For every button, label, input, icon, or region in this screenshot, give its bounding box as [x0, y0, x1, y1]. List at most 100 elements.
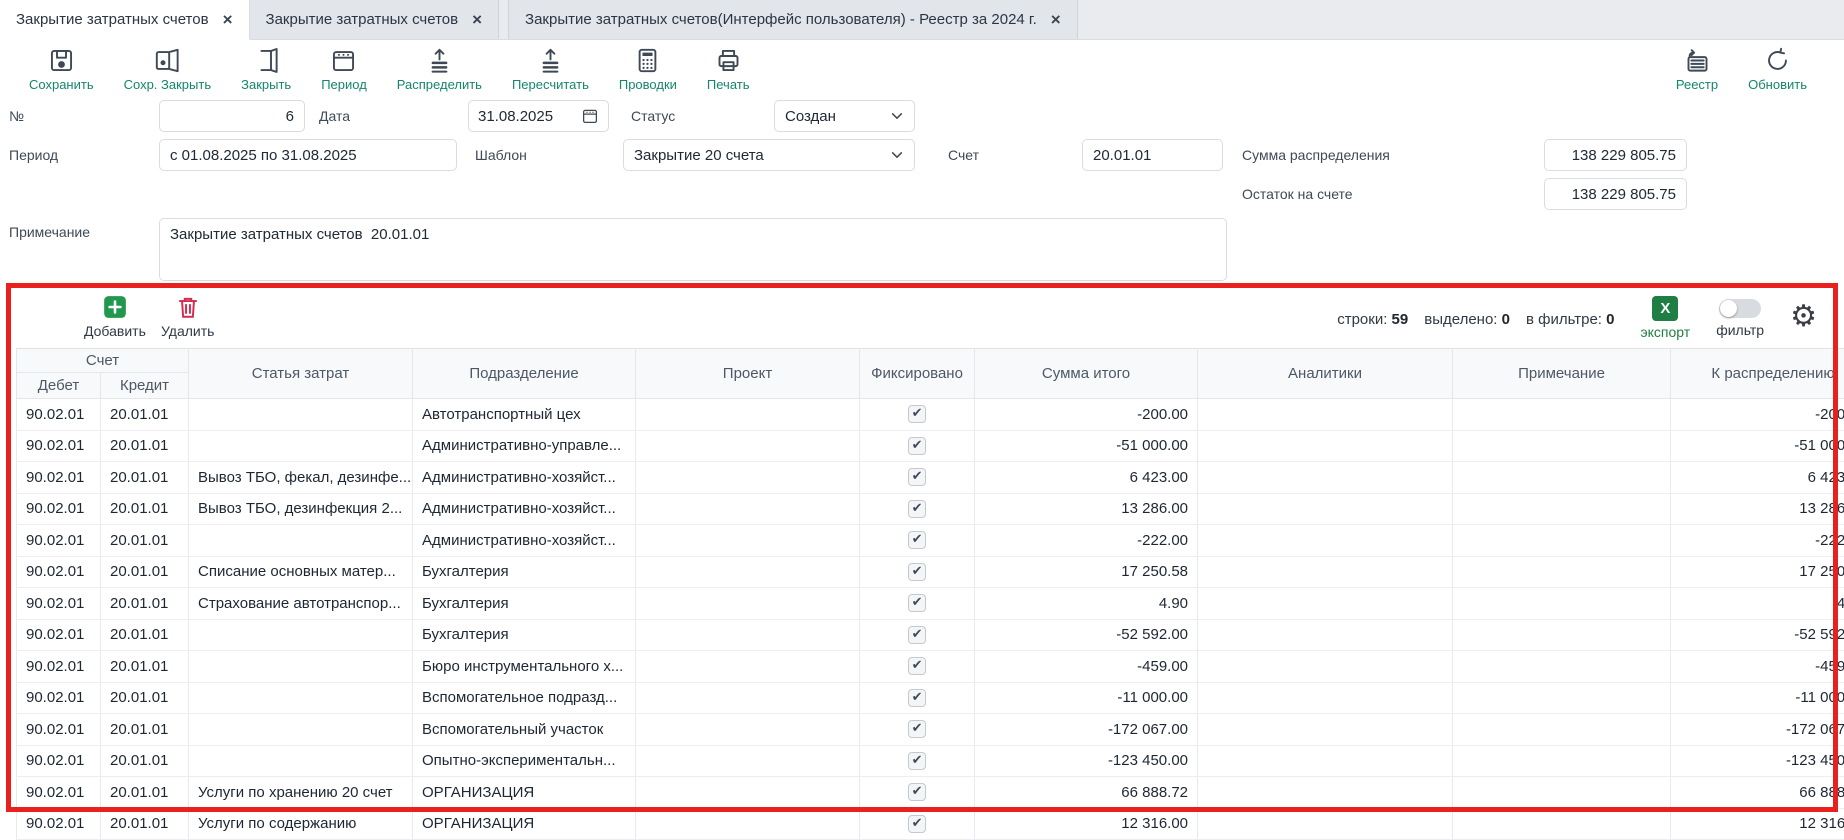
template-select[interactable]: Закрытие 20 счета: [623, 139, 915, 171]
cell-debit[interactable]: 90.02.01: [17, 777, 101, 809]
cell-total[interactable]: -11 000.00: [975, 682, 1198, 714]
cell-note[interactable]: [1453, 462, 1671, 494]
fixed-checkbox[interactable]: ✔: [908, 500, 926, 518]
cell-to-distribute[interactable]: -222.00: [1671, 525, 1844, 557]
cell-note[interactable]: [1453, 714, 1671, 746]
cell-note[interactable]: [1453, 777, 1671, 809]
cell-to-distribute[interactable]: -172 067.00: [1671, 714, 1844, 746]
add-row-button[interactable]: Добавить: [84, 294, 146, 339]
cell-debit[interactable]: 90.02.01: [17, 588, 101, 620]
cell-analytics[interactable]: [1198, 525, 1453, 557]
cell-total[interactable]: 6 423.00: [975, 462, 1198, 494]
cell-department[interactable]: Бухгалтерия: [413, 588, 636, 620]
cell-project[interactable]: [636, 556, 860, 588]
header-analytics[interactable]: Аналитики: [1198, 349, 1453, 399]
cell-debit[interactable]: 90.02.01: [17, 714, 101, 746]
cell-department[interactable]: Автотранспортный цех: [413, 399, 636, 431]
cell-note[interactable]: [1453, 745, 1671, 777]
period-button[interactable]: Период: [306, 40, 382, 92]
date-input[interactable]: 31.08.2025: [468, 100, 609, 132]
fixed-checkbox[interactable]: ✔: [908, 657, 926, 675]
cell-to-distribute[interactable]: -51 000.00: [1671, 430, 1844, 462]
cell-department[interactable]: Административно-управле...: [413, 430, 636, 462]
cell-debit[interactable]: 90.02.01: [17, 619, 101, 651]
table-row[interactable]: 90.02.0120.01.01Списание основных матер.…: [17, 556, 1844, 588]
cell-fixed[interactable]: ✔: [860, 493, 975, 525]
cell-credit[interactable]: 20.01.01: [101, 525, 189, 557]
cell-project[interactable]: [636, 619, 860, 651]
tab-close-icon[interactable]: ×: [1051, 11, 1061, 28]
account-input[interactable]: [1082, 139, 1223, 171]
cell-fixed[interactable]: ✔: [860, 399, 975, 431]
table-row[interactable]: 90.02.0120.01.01Страхование автотранспор…: [17, 588, 1844, 620]
cell-credit[interactable]: 20.01.01: [101, 745, 189, 777]
note-textarea[interactable]: Закрытие затратных счетов 20.01.01: [159, 218, 1227, 281]
cell-department[interactable]: Бюро инструментального х...: [413, 651, 636, 683]
cell-cost-item[interactable]: Вывоз ТБО, фекал, дезинфе...: [189, 462, 413, 494]
cell-cost-item[interactable]: [189, 619, 413, 651]
cell-to-distribute[interactable]: 6 423.00: [1671, 462, 1844, 494]
cell-analytics[interactable]: [1198, 399, 1453, 431]
cell-total[interactable]: -200.00: [975, 399, 1198, 431]
cell-cost-item[interactable]: [189, 745, 413, 777]
cell-credit[interactable]: 20.01.01: [101, 588, 189, 620]
cell-project[interactable]: [636, 430, 860, 462]
cell-cost-item[interactable]: [189, 399, 413, 431]
tab-close-icon[interactable]: ×: [223, 11, 233, 28]
gear-icon[interactable]: ⚙: [1790, 302, 1817, 332]
cell-note[interactable]: [1453, 556, 1671, 588]
header-fixed[interactable]: Фиксировано: [860, 349, 975, 399]
cell-credit[interactable]: 20.01.01: [101, 493, 189, 525]
header-credit[interactable]: Кредит: [101, 373, 189, 399]
cell-total[interactable]: 17 250.58: [975, 556, 1198, 588]
toggle-off-icon[interactable]: [1719, 299, 1761, 318]
header-debit[interactable]: Дебет: [17, 373, 101, 399]
cell-cost-item[interactable]: [189, 525, 413, 557]
save-button[interactable]: Сохранить: [14, 40, 109, 92]
save-close-button[interactable]: Сохр. Закрыть: [109, 40, 227, 92]
cell-cost-item[interactable]: [189, 430, 413, 462]
header-department[interactable]: Подразделение: [413, 349, 636, 399]
cell-analytics[interactable]: [1198, 651, 1453, 683]
header-total[interactable]: Сумма итого: [975, 349, 1198, 399]
cell-cost-item[interactable]: [189, 714, 413, 746]
cell-project[interactable]: [636, 399, 860, 431]
cell-project[interactable]: [636, 651, 860, 683]
table-row[interactable]: 90.02.0120.01.01Бюро инструментального х…: [17, 651, 1844, 683]
cell-total[interactable]: 13 286.00: [975, 493, 1198, 525]
cell-fixed[interactable]: ✔: [860, 556, 975, 588]
cell-analytics[interactable]: [1198, 462, 1453, 494]
print-button[interactable]: Печать: [692, 40, 765, 92]
cell-project[interactable]: [636, 493, 860, 525]
cell-debit[interactable]: 90.02.01: [17, 808, 101, 840]
fixed-checkbox[interactable]: ✔: [908, 405, 926, 423]
cell-to-distribute[interactable]: -123 450.00: [1671, 745, 1844, 777]
cell-cost-item[interactable]: [189, 651, 413, 683]
cell-fixed[interactable]: ✔: [860, 462, 975, 494]
cell-credit[interactable]: 20.01.01: [101, 556, 189, 588]
cell-analytics[interactable]: [1198, 682, 1453, 714]
cell-fixed[interactable]: ✔: [860, 525, 975, 557]
table-row[interactable]: 90.02.0120.01.01Вспомогательный участок✔…: [17, 714, 1844, 746]
cell-debit[interactable]: 90.02.01: [17, 399, 101, 431]
cell-credit[interactable]: 20.01.01: [101, 714, 189, 746]
cell-note[interactable]: [1453, 399, 1671, 431]
cell-analytics[interactable]: [1198, 619, 1453, 651]
cell-to-distribute[interactable]: 12 316.00: [1671, 808, 1844, 840]
cell-credit[interactable]: 20.01.01: [101, 808, 189, 840]
fixed-checkbox[interactable]: ✔: [908, 626, 926, 644]
cell-to-distribute[interactable]: 4.90: [1671, 588, 1844, 620]
cell-credit[interactable]: 20.01.01: [101, 682, 189, 714]
cell-to-distribute[interactable]: -459.00: [1671, 651, 1844, 683]
fixed-checkbox[interactable]: ✔: [908, 468, 926, 486]
cell-fixed[interactable]: ✔: [860, 714, 975, 746]
cell-to-distribute[interactable]: -11 000.00: [1671, 682, 1844, 714]
cell-project[interactable]: [636, 682, 860, 714]
cell-total[interactable]: -51 000.00: [975, 430, 1198, 462]
fixed-checkbox[interactable]: ✔: [908, 720, 926, 738]
tab-registry[interactable]: Закрытие затратных счетов(Интерфейс поль…: [508, 0, 1078, 39]
cell-project[interactable]: [636, 777, 860, 809]
cell-project[interactable]: [636, 462, 860, 494]
cell-debit[interactable]: 90.02.01: [17, 493, 101, 525]
close-button[interactable]: Закрыть: [226, 40, 306, 92]
